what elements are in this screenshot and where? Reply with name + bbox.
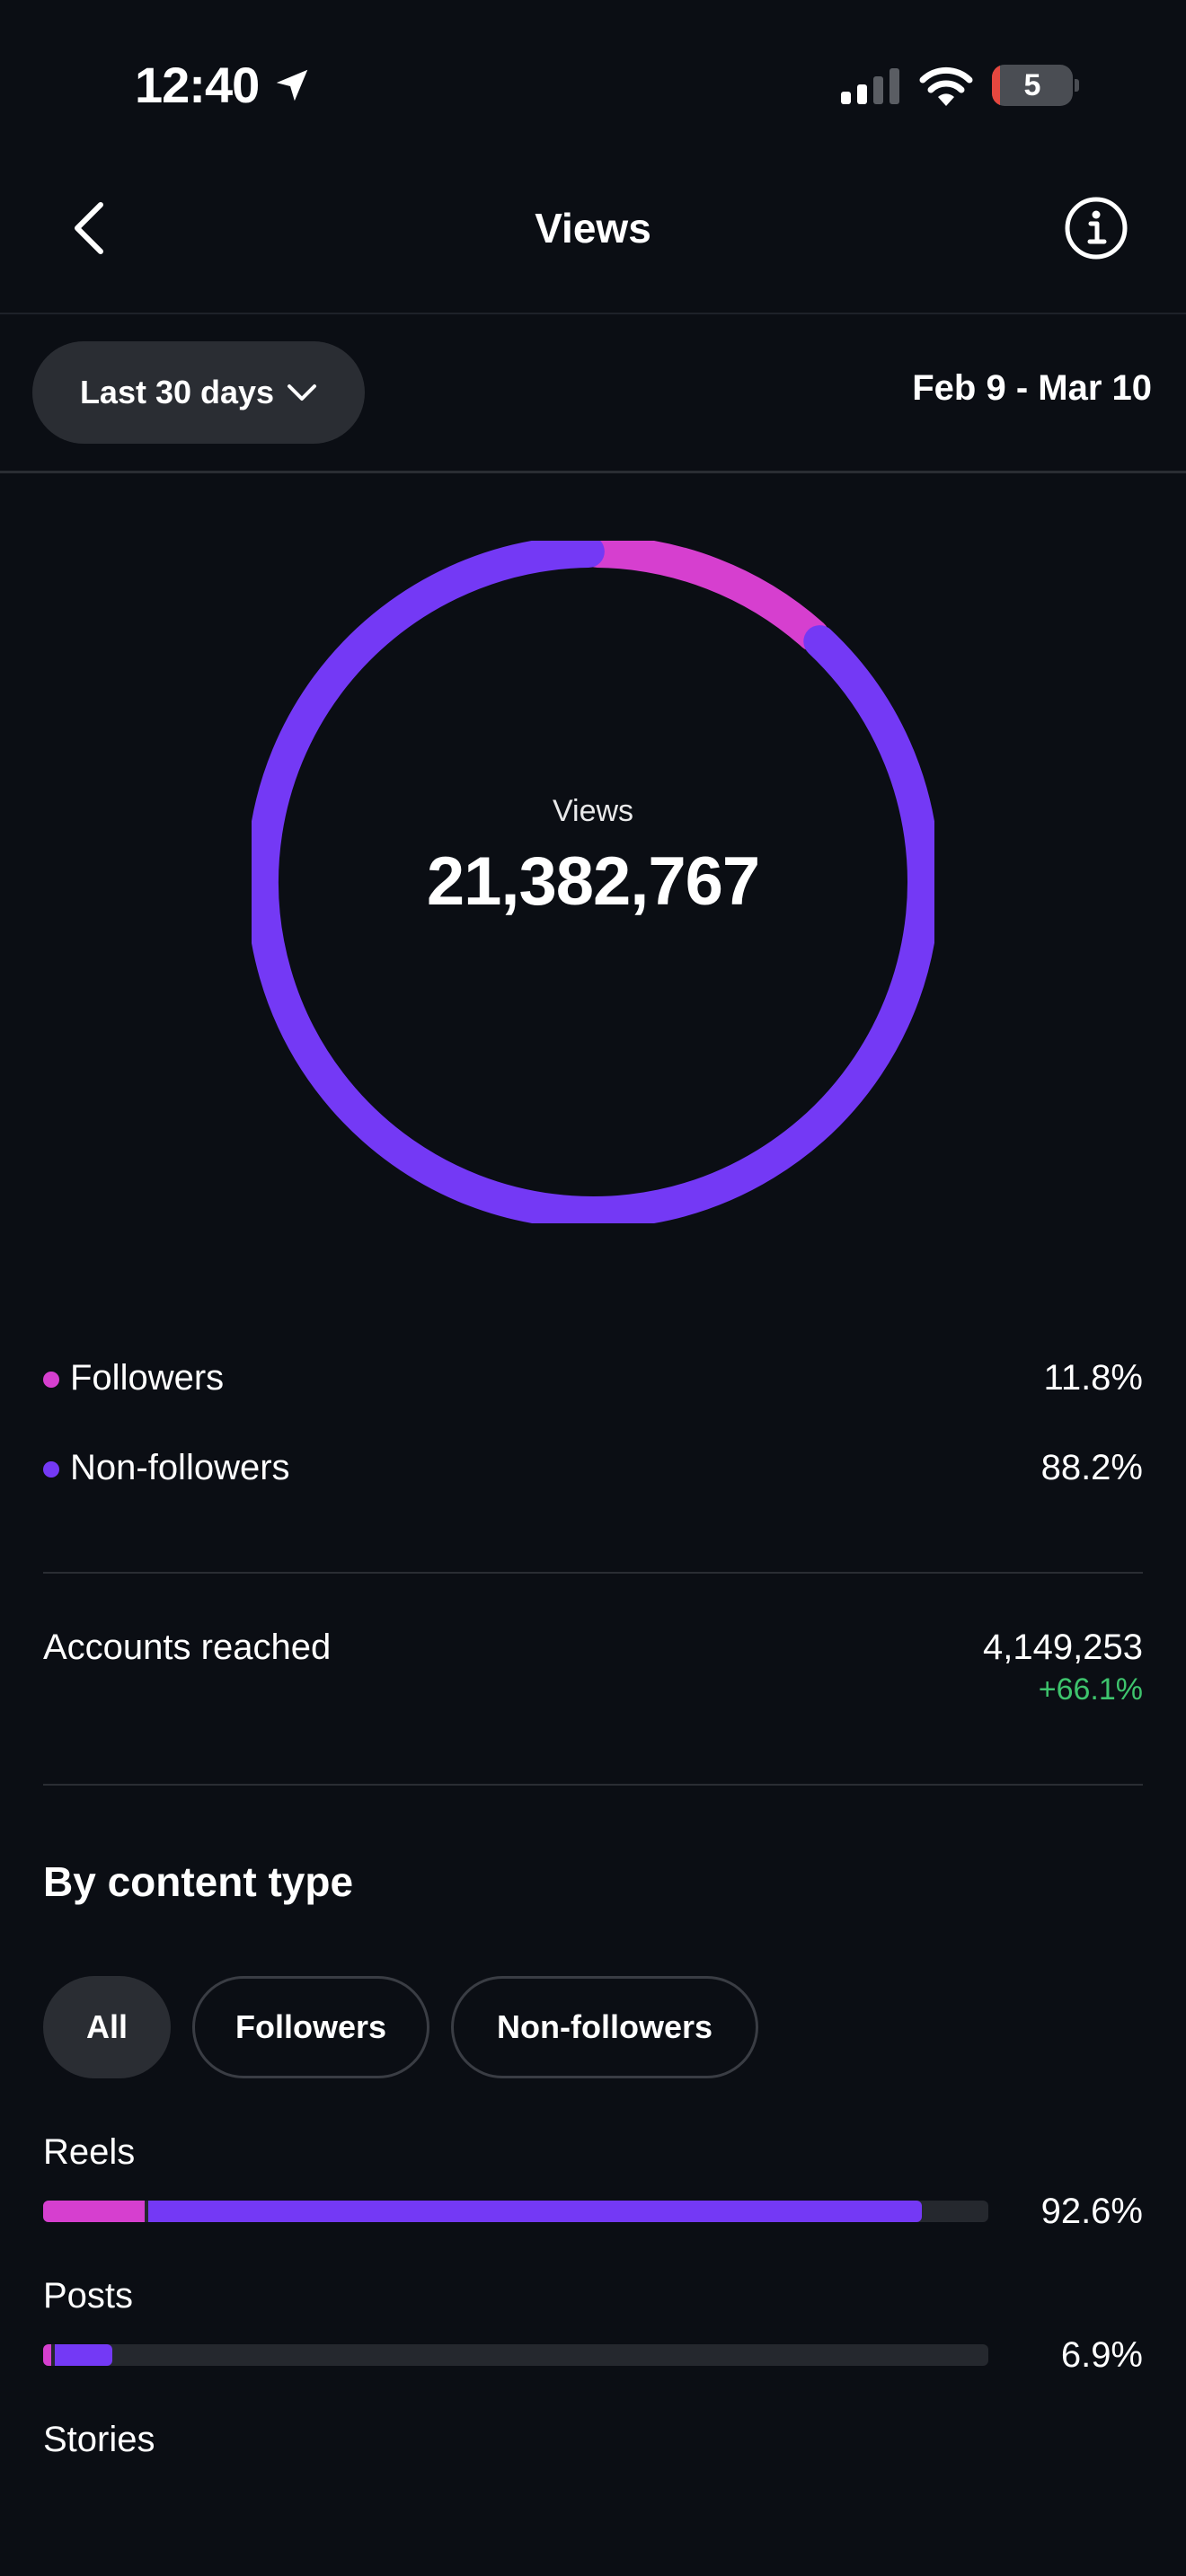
bar-segment-followers bbox=[43, 2344, 52, 2366]
accounts-reached-value: 4,149,253 bbox=[983, 1628, 1143, 1667]
date-range-text: Feb 9 - Mar 10 bbox=[912, 368, 1152, 408]
bar-segment-non-followers bbox=[147, 2201, 923, 2222]
section-divider bbox=[43, 1784, 1143, 1786]
page-title: Views bbox=[535, 205, 651, 251]
status-bar: 12:40 5 bbox=[0, 0, 1186, 171]
battery-cap bbox=[1075, 79, 1079, 92]
chevron-down-icon bbox=[288, 384, 317, 401]
donut-center-label: Views bbox=[552, 794, 634, 828]
bar-segment-non-followers bbox=[55, 2344, 112, 2366]
content-type-label-reels: Reels bbox=[43, 2132, 136, 2172]
filter-divider bbox=[0, 471, 1186, 473]
bar-segment-followers bbox=[43, 2201, 145, 2222]
legend-label-non-followers: Non-followers bbox=[70, 1448, 290, 1487]
battery-percentage: 5 bbox=[1023, 68, 1041, 102]
legend-non-followers: Non-followers 88.2% bbox=[43, 1442, 1143, 1496]
location-arrow-icon bbox=[276, 69, 308, 101]
legend-value-non-followers: 88.2% bbox=[1040, 1448, 1143, 1487]
battery-indicator: 5 bbox=[992, 65, 1073, 106]
date-range-dropdown[interactable]: Last 30 days bbox=[32, 341, 365, 444]
legend-label-followers: Followers bbox=[70, 1358, 225, 1398]
filter-chip-followers[interactable]: Followers bbox=[192, 1976, 429, 2078]
date-range-label: Last 30 days bbox=[79, 374, 275, 410]
content-type-label-stories: Stories bbox=[43, 2420, 155, 2459]
donut-slice-followers bbox=[581, 541, 829, 652]
wifi-icon bbox=[919, 66, 973, 106]
status-time: 12:40 bbox=[135, 57, 260, 113]
legend-dot-followers bbox=[43, 1372, 59, 1388]
views-insights-screen: 12:40 5 Views Last 30 days Feb 9 - Mar 1… bbox=[0, 0, 1186, 2576]
legend-dot-non-followers bbox=[43, 1461, 59, 1478]
content-type-value-posts: 6.9% bbox=[1060, 2335, 1143, 2375]
content-type-value-reels: 92.6% bbox=[1040, 2192, 1143, 2231]
content-type-label-posts: Posts bbox=[43, 2276, 134, 2316]
header-divider bbox=[0, 313, 1186, 314]
filter-chip-all[interactable]: All bbox=[43, 1976, 171, 2078]
filter-chip-non-followers[interactable]: Non-followers bbox=[451, 1976, 758, 2078]
legend-value-followers: 11.8% bbox=[1043, 1358, 1143, 1398]
legend-followers: Followers 11.8% bbox=[43, 1353, 1143, 1407]
accounts-reached-label: Accounts reached bbox=[43, 1628, 332, 1667]
cellular-signal-icon bbox=[841, 68, 899, 104]
donut-center-total: 21,382,767 bbox=[426, 843, 760, 920]
content-type-title: By content type bbox=[43, 1858, 354, 1905]
section-divider bbox=[43, 1572, 1143, 1574]
info-icon[interactable] bbox=[1064, 196, 1128, 260]
content-type-bar-posts bbox=[43, 2344, 988, 2366]
accounts-reached-change: +66.1% bbox=[1038, 1672, 1143, 1707]
content-type-bar-reels bbox=[43, 2201, 988, 2222]
